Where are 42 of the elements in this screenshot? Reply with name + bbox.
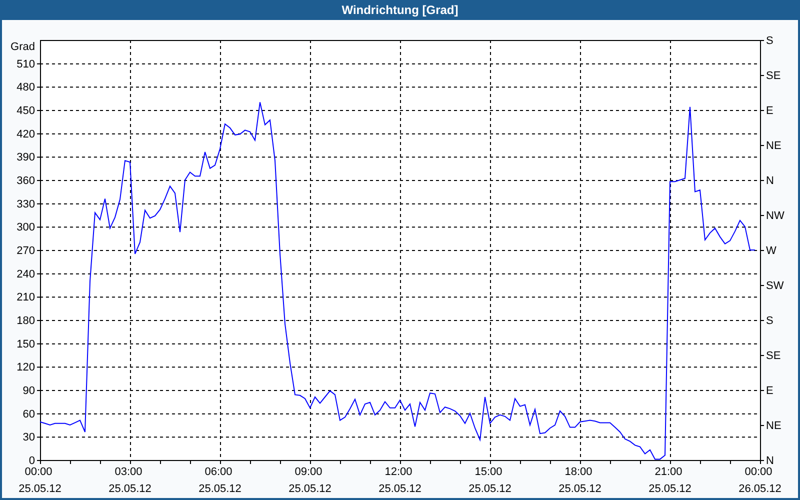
y-tick-label: S [766, 35, 774, 47]
y-tick-label: 210 [16, 292, 35, 304]
x-tick-label: 00:00 26.05.12 [738, 466, 782, 495]
x-tick-label: 18:00 25.05.12 [558, 466, 602, 495]
x-tick-label: 06:00 25.05.12 [198, 466, 242, 495]
y-tick-label: 60 [22, 408, 35, 420]
y-tick-label: S [766, 315, 774, 327]
y-tick-label: SE [766, 70, 781, 82]
y-tick-label: 300 [16, 222, 35, 234]
x-tick-label: 12:00 25.05.12 [378, 466, 422, 495]
x-tick-label: 21:00 25.05.12 [648, 466, 692, 495]
y-tick-label: 360 [16, 175, 35, 187]
y-tick-label: NW [766, 210, 784, 222]
y-tick-label: NE [766, 140, 782, 152]
y-tick-label: 390 [16, 152, 35, 164]
x-tick-label: 00:00 25.05.12 [18, 466, 62, 495]
axis-title: Grad [10, 41, 35, 53]
y-tick-label: 150 [16, 338, 35, 350]
x-tick-label: 15:00 25.05.12 [468, 466, 512, 495]
y-tick-label: W [766, 245, 776, 257]
y-tick-label: N [766, 455, 774, 467]
y-tick-label: 0 [28, 455, 35, 467]
x-tick-label: 03:00 25.05.12 [108, 466, 152, 495]
y-tick-label: N [766, 175, 774, 187]
y-tick-label: 90 [22, 385, 35, 397]
y-tick-label: 30 [22, 432, 35, 444]
y-tick-label: 480 [16, 82, 35, 94]
window-title: Windrichtung [Grad] [340, 2, 460, 19]
y-tick-label: 450 [16, 105, 35, 117]
y-tick-label: 510 [16, 58, 35, 70]
y-tick-label: SE [766, 350, 781, 362]
y-tick-label: NE [766, 420, 782, 432]
y-tick-label: E [766, 105, 774, 117]
y-tick-label: 180 [16, 315, 35, 327]
y-tick-label: 240 [16, 268, 35, 280]
y-tick-label: SW [766, 280, 784, 292]
x-tick-label: 09:00 25.05.12 [288, 466, 332, 495]
y-tick-label: 270 [16, 245, 35, 257]
y-tick-label: 330 [16, 198, 35, 210]
y-tick-label: 120 [16, 362, 35, 374]
y-tick-label: 420 [16, 128, 35, 140]
y-tick-label: E [766, 385, 774, 397]
